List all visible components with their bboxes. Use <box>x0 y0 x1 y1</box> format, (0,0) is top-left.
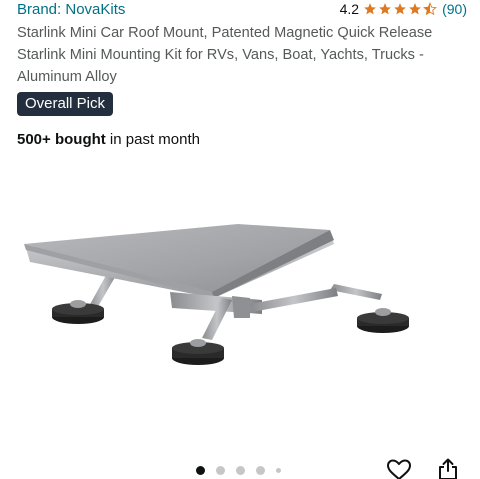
star-rating <box>363 2 438 16</box>
carousel-dot[interactable] <box>236 466 245 475</box>
star-icon <box>379 3 391 15</box>
product-title[interactable]: Starlink Mini Car Roof Mount, Patented M… <box>17 22 472 88</box>
bought-count: 500+ bought <box>17 131 106 148</box>
bought-suffix: in past month <box>105 131 200 148</box>
overall-pick-badge[interactable]: Overall Pick <box>17 92 114 116</box>
star-half-icon <box>423 2 437 16</box>
heart-icon[interactable] <box>386 459 412 479</box>
bought-in-past-month: 500+ bought in past month <box>17 131 200 148</box>
carousel-dot[interactable] <box>276 468 281 473</box>
review-count-link[interactable]: (90) <box>442 1 467 17</box>
star-icon <box>409 3 421 15</box>
carousel-dot[interactable] <box>256 466 265 475</box>
star-icon <box>394 3 406 15</box>
star-icon <box>364 3 376 15</box>
share-icon[interactable] <box>437 458 459 479</box>
rating-summary[interactable]: 4.2 (90) <box>340 1 467 17</box>
image-carousel-dots[interactable] <box>196 466 292 475</box>
brand-link[interactable]: Brand: NovaKits <box>17 1 125 18</box>
carousel-dot[interactable] <box>196 466 205 475</box>
product-image[interactable] <box>0 180 480 380</box>
rating-value: 4.2 <box>339 1 360 17</box>
product-header-row: Brand: NovaKits 4.2 (90) <box>17 0 467 20</box>
carousel-dot[interactable] <box>216 466 225 475</box>
